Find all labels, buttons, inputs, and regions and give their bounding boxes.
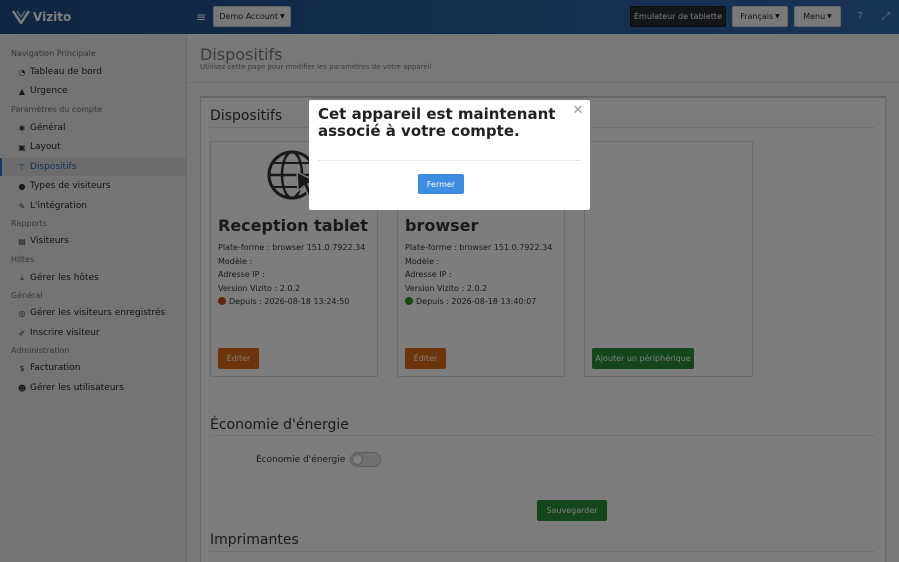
modal-backdrop[interactable] — [0, 0, 899, 562]
close-icon[interactable]: ✕ — [572, 104, 584, 118]
modal-close-button[interactable]: Fermer — [418, 174, 464, 194]
modal-divider — [318, 160, 581, 161]
modal-title: Cet appareil est maintenant associé à vo… — [318, 105, 556, 140]
device-associated-modal: Cet appareil est maintenant associé à vo… — [309, 100, 590, 210]
